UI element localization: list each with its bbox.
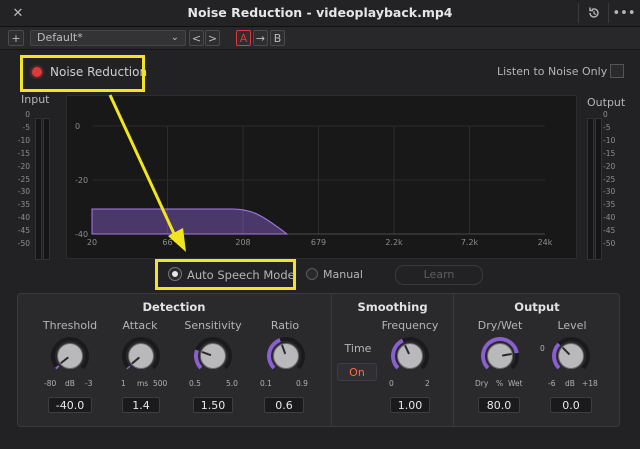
attack-max: 500 bbox=[153, 379, 168, 388]
level-label: Level bbox=[557, 319, 587, 332]
drywet-max: Wet bbox=[508, 379, 523, 388]
drywet-value[interactable]: 80.0 bbox=[478, 397, 520, 413]
attack-unit: ms bbox=[137, 379, 149, 388]
attack-knob[interactable] bbox=[121, 336, 161, 376]
frequency-value[interactable]: 1.00 bbox=[390, 397, 430, 413]
time-toggle[interactable]: On bbox=[337, 363, 377, 381]
time-label: Time bbox=[344, 342, 372, 355]
level-max: +18 bbox=[582, 379, 598, 388]
drywet-min: Dry bbox=[475, 379, 489, 388]
threshold-min: -80 bbox=[44, 379, 57, 388]
level-value[interactable]: 0.0 bbox=[550, 397, 592, 413]
frequency-label: Frequency bbox=[381, 319, 439, 332]
sensitivity-value[interactable]: 1.50 bbox=[193, 397, 233, 413]
ratio-knob[interactable] bbox=[266, 336, 306, 376]
attack-value[interactable]: 1.4 bbox=[122, 397, 160, 413]
level-zero-mark: 0 bbox=[540, 344, 545, 353]
ratio-max: 0.9 bbox=[296, 379, 308, 388]
threshold-value[interactable]: -40.0 bbox=[48, 397, 92, 413]
frequency-min: 0 bbox=[389, 379, 394, 388]
drywet-unit: % bbox=[496, 379, 504, 388]
level-unit: dB bbox=[565, 379, 575, 388]
attack-min: 1 bbox=[121, 379, 126, 388]
level-knob[interactable] bbox=[551, 336, 591, 376]
drywet-label: Dry/Wet bbox=[477, 319, 523, 332]
sensitivity-max: 5.0 bbox=[226, 379, 238, 388]
ratio-value[interactable]: 0.6 bbox=[264, 397, 304, 413]
ratio-label: Ratio bbox=[270, 319, 300, 332]
detection-title: Detection bbox=[142, 300, 206, 314]
ratio-min: 0.1 bbox=[260, 379, 272, 388]
threshold-max: -3 bbox=[85, 379, 93, 388]
level-min: -6 bbox=[548, 379, 556, 388]
output-title: Output bbox=[514, 300, 560, 314]
attack-label: Attack bbox=[122, 319, 158, 332]
frequency-knob[interactable] bbox=[390, 336, 430, 376]
sensitivity-knob[interactable] bbox=[193, 336, 233, 376]
threshold-knob[interactable] bbox=[50, 336, 90, 376]
threshold-unit: dB bbox=[65, 379, 75, 388]
threshold-label: Threshold bbox=[42, 319, 98, 332]
sensitivity-label: Sensitivity bbox=[184, 319, 242, 332]
drywet-knob[interactable] bbox=[480, 336, 520, 376]
sensitivity-min: 0.5 bbox=[189, 379, 201, 388]
frequency-max: 2 bbox=[425, 379, 430, 388]
smoothing-title: Smoothing bbox=[357, 300, 428, 314]
